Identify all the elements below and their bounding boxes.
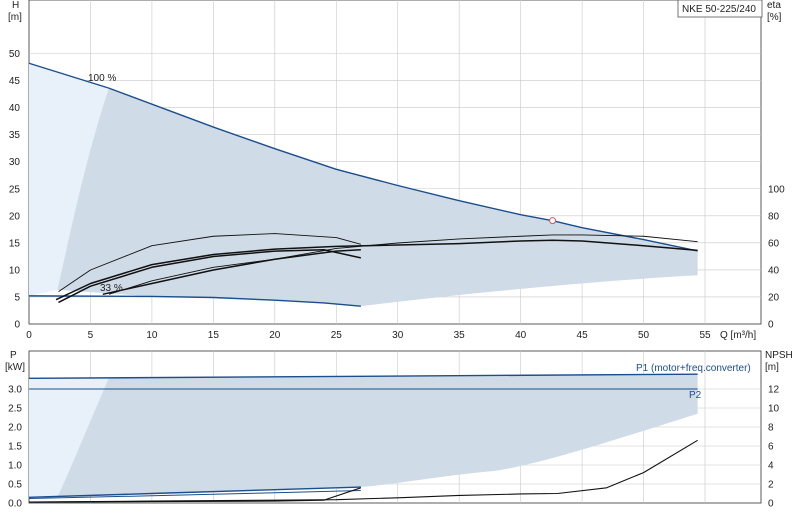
x-tick-label: 55 [699, 330, 711, 341]
x-tick-label: 30 [392, 330, 404, 341]
bottom-right-tick-label: 2 [768, 480, 774, 491]
top-y-tick-label: 5 [14, 292, 20, 303]
bottom-right-tick-label: 10 [768, 404, 780, 415]
bottom-right-tick-label: 8 [768, 423, 774, 434]
x-tick-label: 5 [88, 330, 94, 341]
bottom-y-tick-label: 3.0 [8, 385, 22, 396]
top-y-tick-label: 0 [14, 320, 20, 331]
x-tick-label: 0 [26, 330, 32, 341]
top-y-tick-label: 20 [9, 211, 21, 222]
top-y-axis-label-line1: H [12, 0, 19, 11]
bottom-right-axis-label-line1: NPSH [765, 350, 793, 361]
top-right-tick-label: 60 [768, 239, 780, 250]
top-y-tick-label: 45 [9, 76, 21, 87]
bottom-y-tick-label: 2.0 [8, 423, 22, 434]
top-y-tick-label: 25 [9, 184, 21, 195]
top-y-tick-label: 50 [9, 49, 21, 60]
top-right-tick-label: 80 [768, 212, 780, 223]
bottom-y-tick-label: 2.5 [8, 404, 22, 415]
pump-curve-chart: 0 5 10 15 20 25 30 35 40 45 50 0 20 40 60 80 100 0 5 10 15 20… [0, 0, 800, 520]
x-tick-label: 20 [269, 330, 281, 341]
top-right-tick-label: 40 [768, 266, 780, 277]
x-tick-label: 10 [146, 330, 158, 341]
p2-label: P2 [689, 390, 702, 401]
top-y-tick-label: 35 [9, 130, 21, 141]
top-y-tick-label: 15 [9, 238, 21, 249]
chart-title: NKE 50-225/240 [682, 4, 756, 15]
top-y-tick-label: 40 [9, 103, 21, 114]
bottom-y-tick-label: 1.0 [8, 461, 22, 472]
x-tick-label: 40 [515, 330, 527, 341]
bottom-y-tick-label: 0.5 [8, 480, 22, 491]
x-tick-label: 45 [577, 330, 589, 341]
bottom-y-tick-label: 0.0 [8, 499, 22, 510]
top-right-tick-label: 0 [768, 320, 774, 331]
x-tick-label: 15 [208, 330, 220, 341]
bottom-right-tick-label: 4 [768, 461, 774, 472]
speed-max-label: 100 % [88, 73, 116, 84]
speed-min-label: 33 % [100, 283, 123, 294]
bottom-right-axis-label-line2: [m] [765, 362, 779, 373]
bottom-y-axis-label-line1: P [10, 350, 17, 361]
top-right-tick-label: 100 [768, 185, 785, 196]
operating-point-marker [549, 217, 557, 225]
top-y-tick-label: 30 [9, 157, 21, 168]
x-tick-label: 50 [638, 330, 650, 341]
p1-label: P1 (motor+freq.converter) [636, 363, 751, 374]
bottom-right-tick-label: 0 [768, 499, 774, 510]
x-tick-label: 25 [331, 330, 343, 341]
top-right-axis-label-line2: [%] [767, 12, 782, 23]
bottom-right-tick-label: 12 [768, 385, 780, 396]
x-tick-label: 35 [454, 330, 466, 341]
top-right-tick-label: 20 [768, 293, 780, 304]
bottom-y-tick-label: 1.5 [8, 442, 22, 453]
bottom-right-tick-label: 6 [768, 442, 774, 453]
x-axis-label: Q [m³/h] [720, 330, 756, 341]
pump-curve-svg: 051015202530354045500204060801000 5 10 15 20… [5, 0, 793, 510]
top-right-axis-label-line1: eta [767, 0, 781, 11]
bottom-y-axis-label-line2: [kW] [5, 362, 25, 373]
top-y-tick-label: 10 [9, 265, 21, 276]
top-y-axis-label-line2: [m] [8, 12, 22, 23]
